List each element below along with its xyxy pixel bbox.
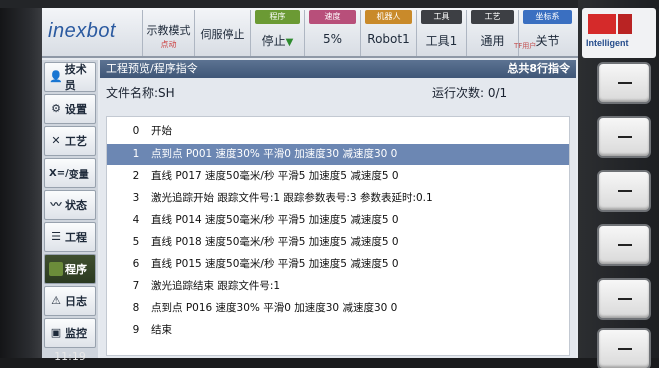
coord-header: 坐标系 bbox=[523, 10, 572, 24]
program-state: 停止 bbox=[261, 34, 286, 48]
list-item[interactable]: 6 直线 P015 速度50毫米/秒 平滑5 加速度5 减速度5 0 bbox=[107, 254, 569, 275]
craft-value: 通用 bbox=[480, 34, 505, 48]
clock: 11:19 bbox=[54, 350, 86, 363]
list-item[interactable]: 4 直线 P014 速度50毫米/秒 平滑5 加速度5 减速度5 0 bbox=[107, 210, 569, 231]
list-item[interactable]: 5 直线 P018 速度50毫米/秒 平滑5 加速度5 减速度5 0 bbox=[107, 232, 569, 253]
gear-icon: ⚙ bbox=[51, 102, 61, 115]
hardware-key-5[interactable] bbox=[597, 278, 651, 320]
sidebar-item-label: 变量 bbox=[68, 169, 89, 181]
hardware-key-2[interactable] bbox=[597, 116, 651, 158]
servo-button[interactable]: 伺服停止 bbox=[194, 10, 250, 56]
variable-icon: X=/ bbox=[49, 167, 69, 179]
teach-mode-button[interactable]: 示教模式 点动 bbox=[142, 10, 194, 56]
list-item-selected[interactable]: 1 点到点 P001 速度30% 平滑0 加速度30 减速度30 0 bbox=[107, 144, 569, 165]
program-status[interactable]: 程序 停止▼ bbox=[250, 10, 304, 56]
user-icon: 👤 bbox=[49, 70, 63, 83]
top-toolbar: inexbot 示教模式 点动 伺服停止 程序 停止▼ 速度 5% 机器人 Ro… bbox=[42, 8, 578, 58]
list-item[interactable]: 0 开始 bbox=[107, 121, 569, 142]
sidebar-item-label: 监控 bbox=[65, 327, 87, 340]
hardware-key-1[interactable] bbox=[597, 62, 651, 104]
list-item[interactable]: 8 点到点 P016 速度30% 平滑0 加速度30 减速度30 0 bbox=[107, 298, 569, 319]
list-item[interactable]: 3 激光追踪开始 跟踪文件号:1 跟踪参数表号:3 参数表延时:0.1 bbox=[107, 188, 569, 209]
list-item[interactable]: 2 直线 P017 速度50毫米/秒 平滑5 加速度5 减速度5 0 bbox=[107, 166, 569, 187]
sidebar-item-variables[interactable]: X=/ 变量 bbox=[44, 158, 96, 188]
device-bezel-left bbox=[0, 0, 42, 368]
sidebar-item-program[interactable]: 程序 bbox=[44, 254, 96, 284]
list-item[interactable]: 7 激光追踪结束 跟踪文件号:1 bbox=[107, 276, 569, 297]
panel-title-bar: 工程预览/程序指令 总共8行指令 bbox=[100, 60, 576, 78]
sidebar-item-monitor[interactable]: ▣ 监控 bbox=[44, 318, 96, 348]
inexbot-logo: inexbot bbox=[48, 20, 116, 42]
sidebar-item-craft[interactable]: ✕ 工艺 bbox=[44, 126, 96, 156]
user-badge: TF用户 bbox=[514, 42, 537, 50]
brand-text: Intelligent bbox=[586, 38, 629, 48]
tool-header: 工具 bbox=[421, 10, 462, 24]
tools-icon: ✕ bbox=[51, 134, 61, 147]
warning-icon: ⚠ bbox=[51, 294, 61, 307]
craft-selector[interactable]: 工艺 通用 bbox=[466, 10, 518, 56]
hardware-key-3[interactable] bbox=[597, 170, 651, 212]
sidebar-item-status[interactable]: 〰 状态 bbox=[44, 190, 96, 220]
panel-title: 工程预览/程序指令 bbox=[106, 62, 198, 75]
hardware-key-4[interactable] bbox=[597, 224, 651, 266]
instruction-list: 0 开始 1 点到点 P001 速度30% 平滑0 加速度30 减速度30 0 … bbox=[106, 116, 570, 356]
run-count: 运行次数: 0/1 bbox=[432, 86, 508, 100]
instruction-count: 总共8行指令 bbox=[507, 62, 570, 75]
status-icon: 〰 bbox=[50, 198, 62, 211]
tool-value: 工具1 bbox=[425, 34, 458, 48]
robot-value: Robot1 bbox=[367, 32, 410, 46]
file-name: 文件名称:SH bbox=[106, 86, 175, 100]
program-panel: 工程预览/程序指令 总共8行指令 文件名称:SH 运行次数: 0/1 0 开始 … bbox=[100, 60, 576, 358]
sidebar-item-label: 工程 bbox=[65, 231, 87, 244]
sidebar-item-label: 技术员 bbox=[64, 63, 87, 92]
hardware-key-6[interactable] bbox=[597, 328, 651, 368]
sidebar-item-label: 日志 bbox=[65, 295, 87, 308]
list-item[interactable]: 9 结束 bbox=[107, 320, 569, 341]
sidebar-item-project[interactable]: ☰ 工程 bbox=[44, 222, 96, 252]
speed-control[interactable]: 速度 5% bbox=[304, 10, 360, 56]
monitor-icon: ▣ bbox=[50, 326, 62, 339]
sidebar-item-label: 程序 bbox=[65, 263, 87, 276]
craft-header: 工艺 bbox=[471, 10, 514, 24]
sidebar: 👤 技术员 ⚙ 设置 ✕ 工艺 X=/ 变量 〰 状态 ☰ 工程 程序 ⚠ 日志… bbox=[42, 60, 98, 358]
robot-selector[interactable]: 机器人 Robot1 bbox=[360, 10, 416, 56]
program-icon bbox=[49, 262, 63, 276]
list-icon: ☰ bbox=[51, 230, 61, 243]
sidebar-item-technician[interactable]: 👤 技术员 bbox=[44, 62, 96, 92]
sidebar-item-label: 状态 bbox=[65, 199, 87, 212]
speed-value: 5% bbox=[322, 32, 343, 46]
sidebar-item-label: 工艺 bbox=[65, 135, 87, 148]
brand-sticker: Intelligent bbox=[582, 8, 656, 58]
device-bezel-bottom bbox=[0, 358, 659, 368]
robot-header: 机器人 bbox=[365, 10, 412, 24]
tool-selector[interactable]: 工具 工具1 bbox=[416, 10, 466, 56]
sidebar-item-label: 设置 bbox=[65, 103, 87, 116]
chevron-down-icon: ▼ bbox=[285, 37, 294, 48]
device-bezel-top bbox=[0, 0, 659, 8]
speed-header: 速度 bbox=[309, 10, 356, 24]
pendant-screen: inexbot 示教模式 点动 伺服停止 程序 停止▼ 速度 5% 机器人 Ro… bbox=[42, 8, 578, 358]
sidebar-item-log[interactable]: ⚠ 日志 bbox=[44, 286, 96, 316]
program-header: 程序 bbox=[255, 10, 300, 24]
sidebar-item-settings[interactable]: ⚙ 设置 bbox=[44, 94, 96, 124]
